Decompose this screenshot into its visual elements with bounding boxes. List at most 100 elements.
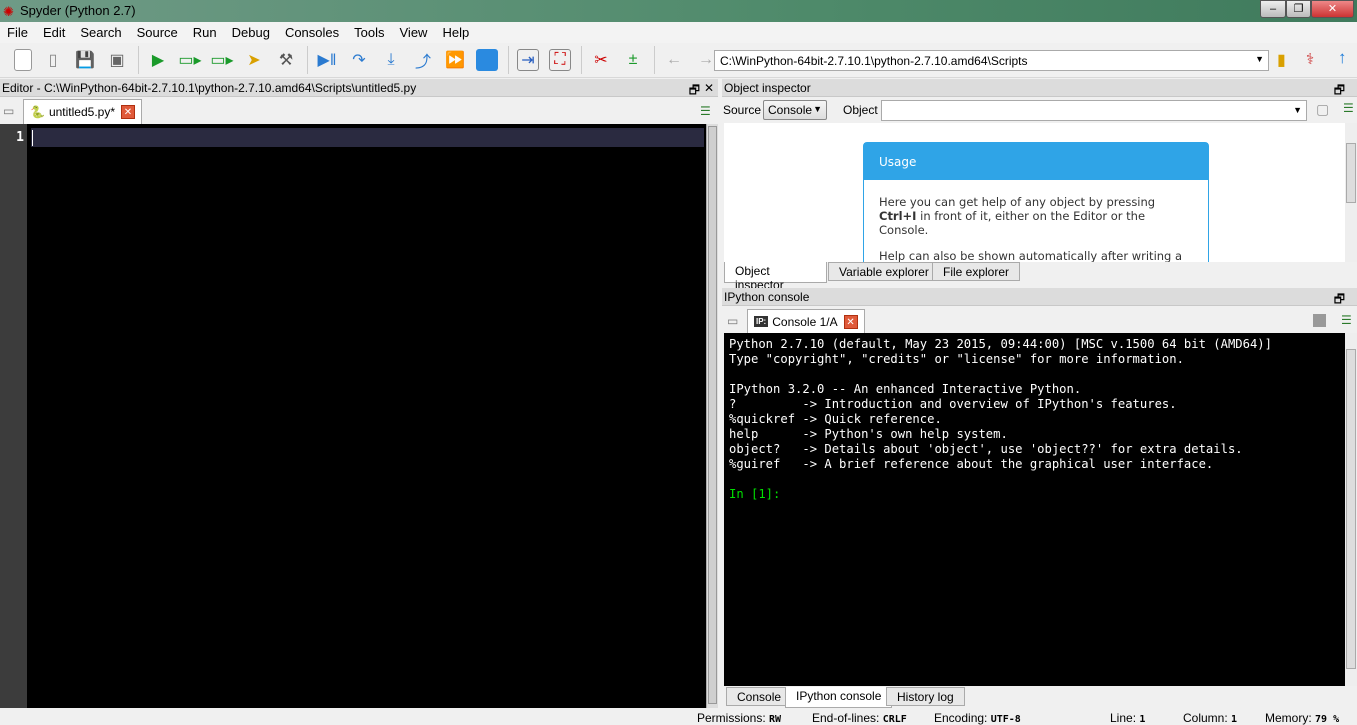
object-input[interactable]: ▼ (881, 100, 1307, 121)
console-line: Python 2.7.10 (default, May 23 2015, 09:… (729, 337, 1272, 351)
close-window-button[interactable]: ✕ (1311, 0, 1354, 18)
python-path-icon[interactable]: ⚕ (1306, 50, 1314, 68)
usage-text: Help can also be shown automatically aft… (879, 249, 1183, 262)
editor-scrollbar[interactable] (706, 124, 718, 708)
status-label: Column: (1183, 711, 1228, 725)
lock-icon[interactable]: ▢ (1316, 101, 1329, 118)
back-icon[interactable]: ← (663, 49, 685, 71)
status-encoding: Encoding: UTF-8 (934, 708, 1021, 725)
line-numbers: 1 (0, 124, 27, 708)
step-return-icon[interactable]: ⤴ (412, 49, 434, 71)
status-value: RW (769, 714, 782, 725)
tab-variable-explorer[interactable]: Variable explorer (828, 262, 940, 281)
ipython-icon: IP: (754, 316, 769, 327)
menu-source[interactable]: Source (137, 25, 178, 40)
console-tab[interactable]: IP: Console 1/A ✕ (747, 309, 865, 333)
save-all-icon[interactable]: ▣ (106, 49, 128, 71)
console-line: IPython 3.2.0 -- An enhanced Interactive… (729, 382, 1082, 396)
chevron-down-icon: ▼ (1255, 54, 1264, 64)
undock-icon[interactable]: 🗗 (1334, 81, 1345, 102)
debug-icon[interactable]: ▶‖ (316, 49, 338, 71)
editor-tab-untitled5[interactable]: 🐍 untitled5.py* ✕ (23, 99, 142, 124)
inspector-tabbar: Object inspector Variable explorer File … (724, 262, 1357, 292)
maximize-pane-icon[interactable]: ⇥ (517, 49, 539, 71)
status-column: Column: 1 (1183, 708, 1237, 725)
menu-file[interactable]: File (7, 25, 28, 40)
console-line: object? -> Details about 'object', use '… (729, 442, 1243, 456)
browse-tabs-icon[interactable]: ▭ (3, 104, 14, 118)
browse-folder-icon[interactable]: ▮ (1277, 50, 1286, 70)
preferences-icon[interactable]: ✂ (590, 49, 612, 71)
window-title: Spyder (Python 2.7) (20, 3, 136, 18)
working-directory-input[interactable]: C:\WinPython-64bit-2.7.10.1\python-2.7.1… (714, 50, 1269, 71)
ipython-console-output[interactable]: Python 2.7.10 (default, May 23 2015, 09:… (724, 333, 1345, 686)
editor-title: Editor - C:\WinPython-64bit-2.7.10.1\pyt… (2, 81, 417, 95)
browse-tabs-icon[interactable]: ▭ (727, 314, 738, 328)
console-line: ? -> Introduction and overview of IPytho… (729, 397, 1177, 411)
run-selection-icon[interactable]: ➤ (243, 49, 265, 71)
minimize-button[interactable]: – (1260, 0, 1286, 18)
working-directory-value: C:\WinPython-64bit-2.7.10.1\python-2.7.1… (720, 54, 1028, 68)
console-scrollbar[interactable] (1345, 333, 1357, 686)
console-tab-label: Console 1/A (772, 314, 838, 329)
help-scrollbar[interactable] (1345, 123, 1357, 262)
undock-icon[interactable]: 🗗 (689, 81, 700, 102)
run-config-icon[interactable]: ⚒ (275, 49, 297, 71)
console-line: %guiref -> A brief reference about the g… (729, 457, 1214, 471)
menu-view[interactable]: View (400, 25, 428, 40)
source-select[interactable]: Console ▼ (763, 100, 827, 120)
usage-shortcut: Ctrl+I (879, 209, 917, 223)
maximize-button[interactable]: ❐ (1286, 0, 1311, 18)
close-tab-icon[interactable]: ✕ (843, 314, 858, 329)
tab-object-inspector[interactable]: Object inspector (724, 262, 827, 292)
close-pane-icon[interactable]: ✕ (704, 81, 714, 95)
step-over-icon[interactable]: ↷ (348, 49, 370, 71)
object-inspector-title: Object inspector (724, 81, 811, 95)
usage-title: Usage (864, 143, 1208, 180)
menu-help[interactable]: Help (442, 25, 469, 40)
step-into-icon[interactable]: ⤓ (380, 49, 402, 71)
undock-icon[interactable]: 🗗 (1334, 290, 1345, 311)
status-label: Encoding: (934, 711, 988, 725)
menu-search[interactable]: Search (80, 25, 121, 40)
console-options-icon[interactable]: ☰ (1341, 313, 1352, 327)
editor-tab-label: untitled5.py* (48, 105, 115, 119)
new-file-icon[interactable] (14, 49, 32, 71)
run-cell-icon[interactable]: ▭▸ (178, 49, 201, 71)
save-icon[interactable]: 💾 (74, 49, 96, 71)
tab-file-explorer[interactable]: File explorer (932, 262, 1021, 281)
usage-text: in front of it, either on the Editor or … (879, 209, 1146, 237)
menu-run[interactable]: Run (193, 25, 217, 40)
menu-consoles[interactable]: Consoles (285, 25, 339, 40)
open-file-icon[interactable]: ▯ (42, 49, 64, 71)
object-inspector-header: Object inspector 🗗 (722, 79, 1357, 97)
tab-ipython-console[interactable]: IPython console (785, 687, 893, 708)
run-cell-advance-icon[interactable]: ▭▸ (210, 49, 233, 71)
editor-options-icon[interactable]: ☰ (700, 104, 711, 118)
object-label: Object (843, 103, 878, 117)
editor-pane-header: Editor - C:\WinPython-64bit-2.7.10.1\pyt… (0, 79, 718, 97)
menu-edit[interactable]: Edit (43, 25, 65, 40)
status-label: End-of-lines: (812, 711, 880, 725)
fullscreen-icon[interactable]: ⛶ (549, 49, 571, 71)
menu-bar: File Edit Search Source Run Debug Consol… (0, 22, 1357, 43)
source-label: Source (723, 103, 762, 117)
menu-tools[interactable]: Tools (354, 25, 384, 40)
usage-text: Here you can get help of any object by p… (879, 195, 1156, 209)
close-tab-icon[interactable]: ✕ (121, 105, 135, 119)
status-memory: Memory: 79 % (1265, 708, 1339, 725)
menu-debug[interactable]: Debug (232, 25, 270, 40)
tab-console[interactable]: Console (726, 687, 793, 706)
stop-debug-icon[interactable] (476, 49, 498, 71)
status-value: 79 % (1315, 714, 1340, 725)
parent-directory-icon[interactable]: ↑ (1338, 48, 1347, 68)
run-icon[interactable]: ▶ (147, 49, 169, 71)
inspector-options-icon[interactable]: ☰ (1343, 101, 1354, 115)
console-line: %quickref -> Quick reference. (729, 412, 942, 426)
chevron-down-icon: ▼ (813, 104, 822, 114)
continue-icon[interactable]: ⏩ (444, 49, 466, 71)
code-editor[interactable] (0, 124, 706, 708)
pythonpath-icon[interactable]: ± (622, 49, 644, 71)
tab-history-log[interactable]: History log (886, 687, 965, 706)
stop-kernel-icon[interactable] (1313, 314, 1326, 327)
